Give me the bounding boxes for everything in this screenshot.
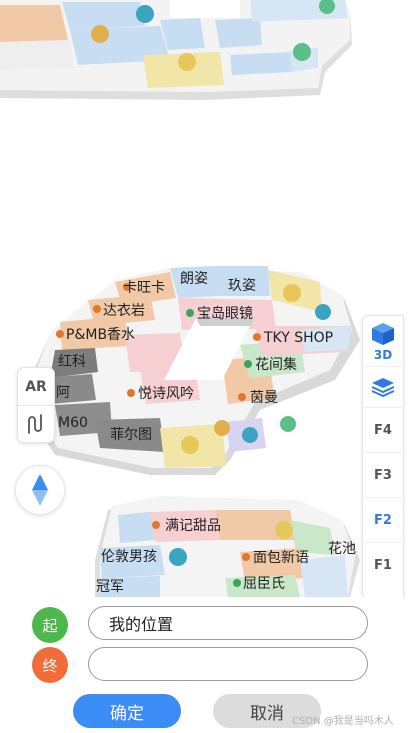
shop-label-mianbao: 面包新语 bbox=[253, 550, 309, 566]
upper-floor bbox=[0, 0, 352, 100]
floor-f1[interactable]: F1 bbox=[363, 542, 403, 587]
start-badge: 起 bbox=[32, 607, 68, 643]
layers-icon bbox=[371, 378, 395, 397]
shop-label-langzi: 朗姿 bbox=[180, 271, 208, 287]
shop-label-yinman: 茵曼 bbox=[250, 390, 278, 406]
shop-label-tkyshop: TKY SHOP bbox=[263, 330, 333, 346]
shop-label-partial: 阿 bbox=[56, 385, 70, 401]
route-icon bbox=[28, 414, 42, 434]
shop-label-huajianji: 花间集 bbox=[255, 356, 297, 373]
layers-button[interactable] bbox=[363, 366, 403, 407]
compass-icon bbox=[32, 474, 48, 506]
confirm-button[interactable]: 确定 bbox=[73, 694, 181, 728]
shop-label-dayiyan: 达衣岩 bbox=[103, 303, 145, 319]
route-panel: 起 我的位置 终 确定 取消 CSDN @我是当吗木人 bbox=[0, 597, 414, 733]
shop-label-lundun: 伦敦男孩 bbox=[101, 549, 157, 565]
shop-label-kawangka: 卡旺卡 bbox=[123, 280, 165, 296]
floor-f4[interactable]: F4 bbox=[363, 407, 403, 452]
shop-label-pmb: P&MB香水 bbox=[66, 327, 135, 343]
shop-label-guanjun: 冠军 bbox=[96, 579, 124, 595]
shop-label-m60: M60 bbox=[58, 415, 88, 431]
cube-icon bbox=[372, 322, 394, 345]
ar-button[interactable]: AR bbox=[18, 368, 54, 405]
end-location-input[interactable] bbox=[88, 647, 368, 681]
shop-label-hongke: 红科 bbox=[58, 354, 86, 370]
ar-label: AR bbox=[25, 378, 47, 395]
start-location-input[interactable]: 我的位置 bbox=[88, 606, 368, 640]
main-floor[interactable]: 朗姿 玖姿 卡旺卡 达衣岩 宝岛眼镜 P&MB香水 红科 TKY SHOP 花间… bbox=[20, 266, 360, 475]
shop-label-baodao: 宝岛眼镜 bbox=[197, 306, 253, 322]
watermark: CSDN @我是当吗木人 bbox=[292, 716, 394, 727]
lower-floor: 满记甜品 伦敦男孩 面包新语 花池 屈臣氏 冠军 bbox=[95, 496, 360, 597]
shop-label-jiuzi: 玖姿 bbox=[228, 278, 256, 294]
shop-label-huachi: 花池 bbox=[328, 541, 356, 557]
view-3d-label: 3D bbox=[373, 347, 393, 362]
end-badge: 终 bbox=[32, 647, 68, 683]
floor-switcher: 3D F4 F3 F2 F1 bbox=[362, 315, 404, 599]
ar-route-controls: AR bbox=[17, 367, 55, 443]
shop-label-manji: 满记甜品 bbox=[165, 518, 221, 534]
shop-label-feiertu: 菲尔图 bbox=[110, 427, 152, 443]
floor-f3[interactable]: F3 bbox=[363, 452, 403, 497]
compass-button[interactable] bbox=[15, 465, 65, 515]
shop-label-yueshi: 悦诗风吟 bbox=[138, 386, 194, 402]
floor-f2[interactable]: F2 bbox=[363, 497, 403, 542]
view-3d-button[interactable]: 3D bbox=[363, 316, 403, 366]
shop-label-qucheng: 屈臣氏 bbox=[243, 576, 285, 592]
route-button[interactable] bbox=[18, 405, 54, 442]
